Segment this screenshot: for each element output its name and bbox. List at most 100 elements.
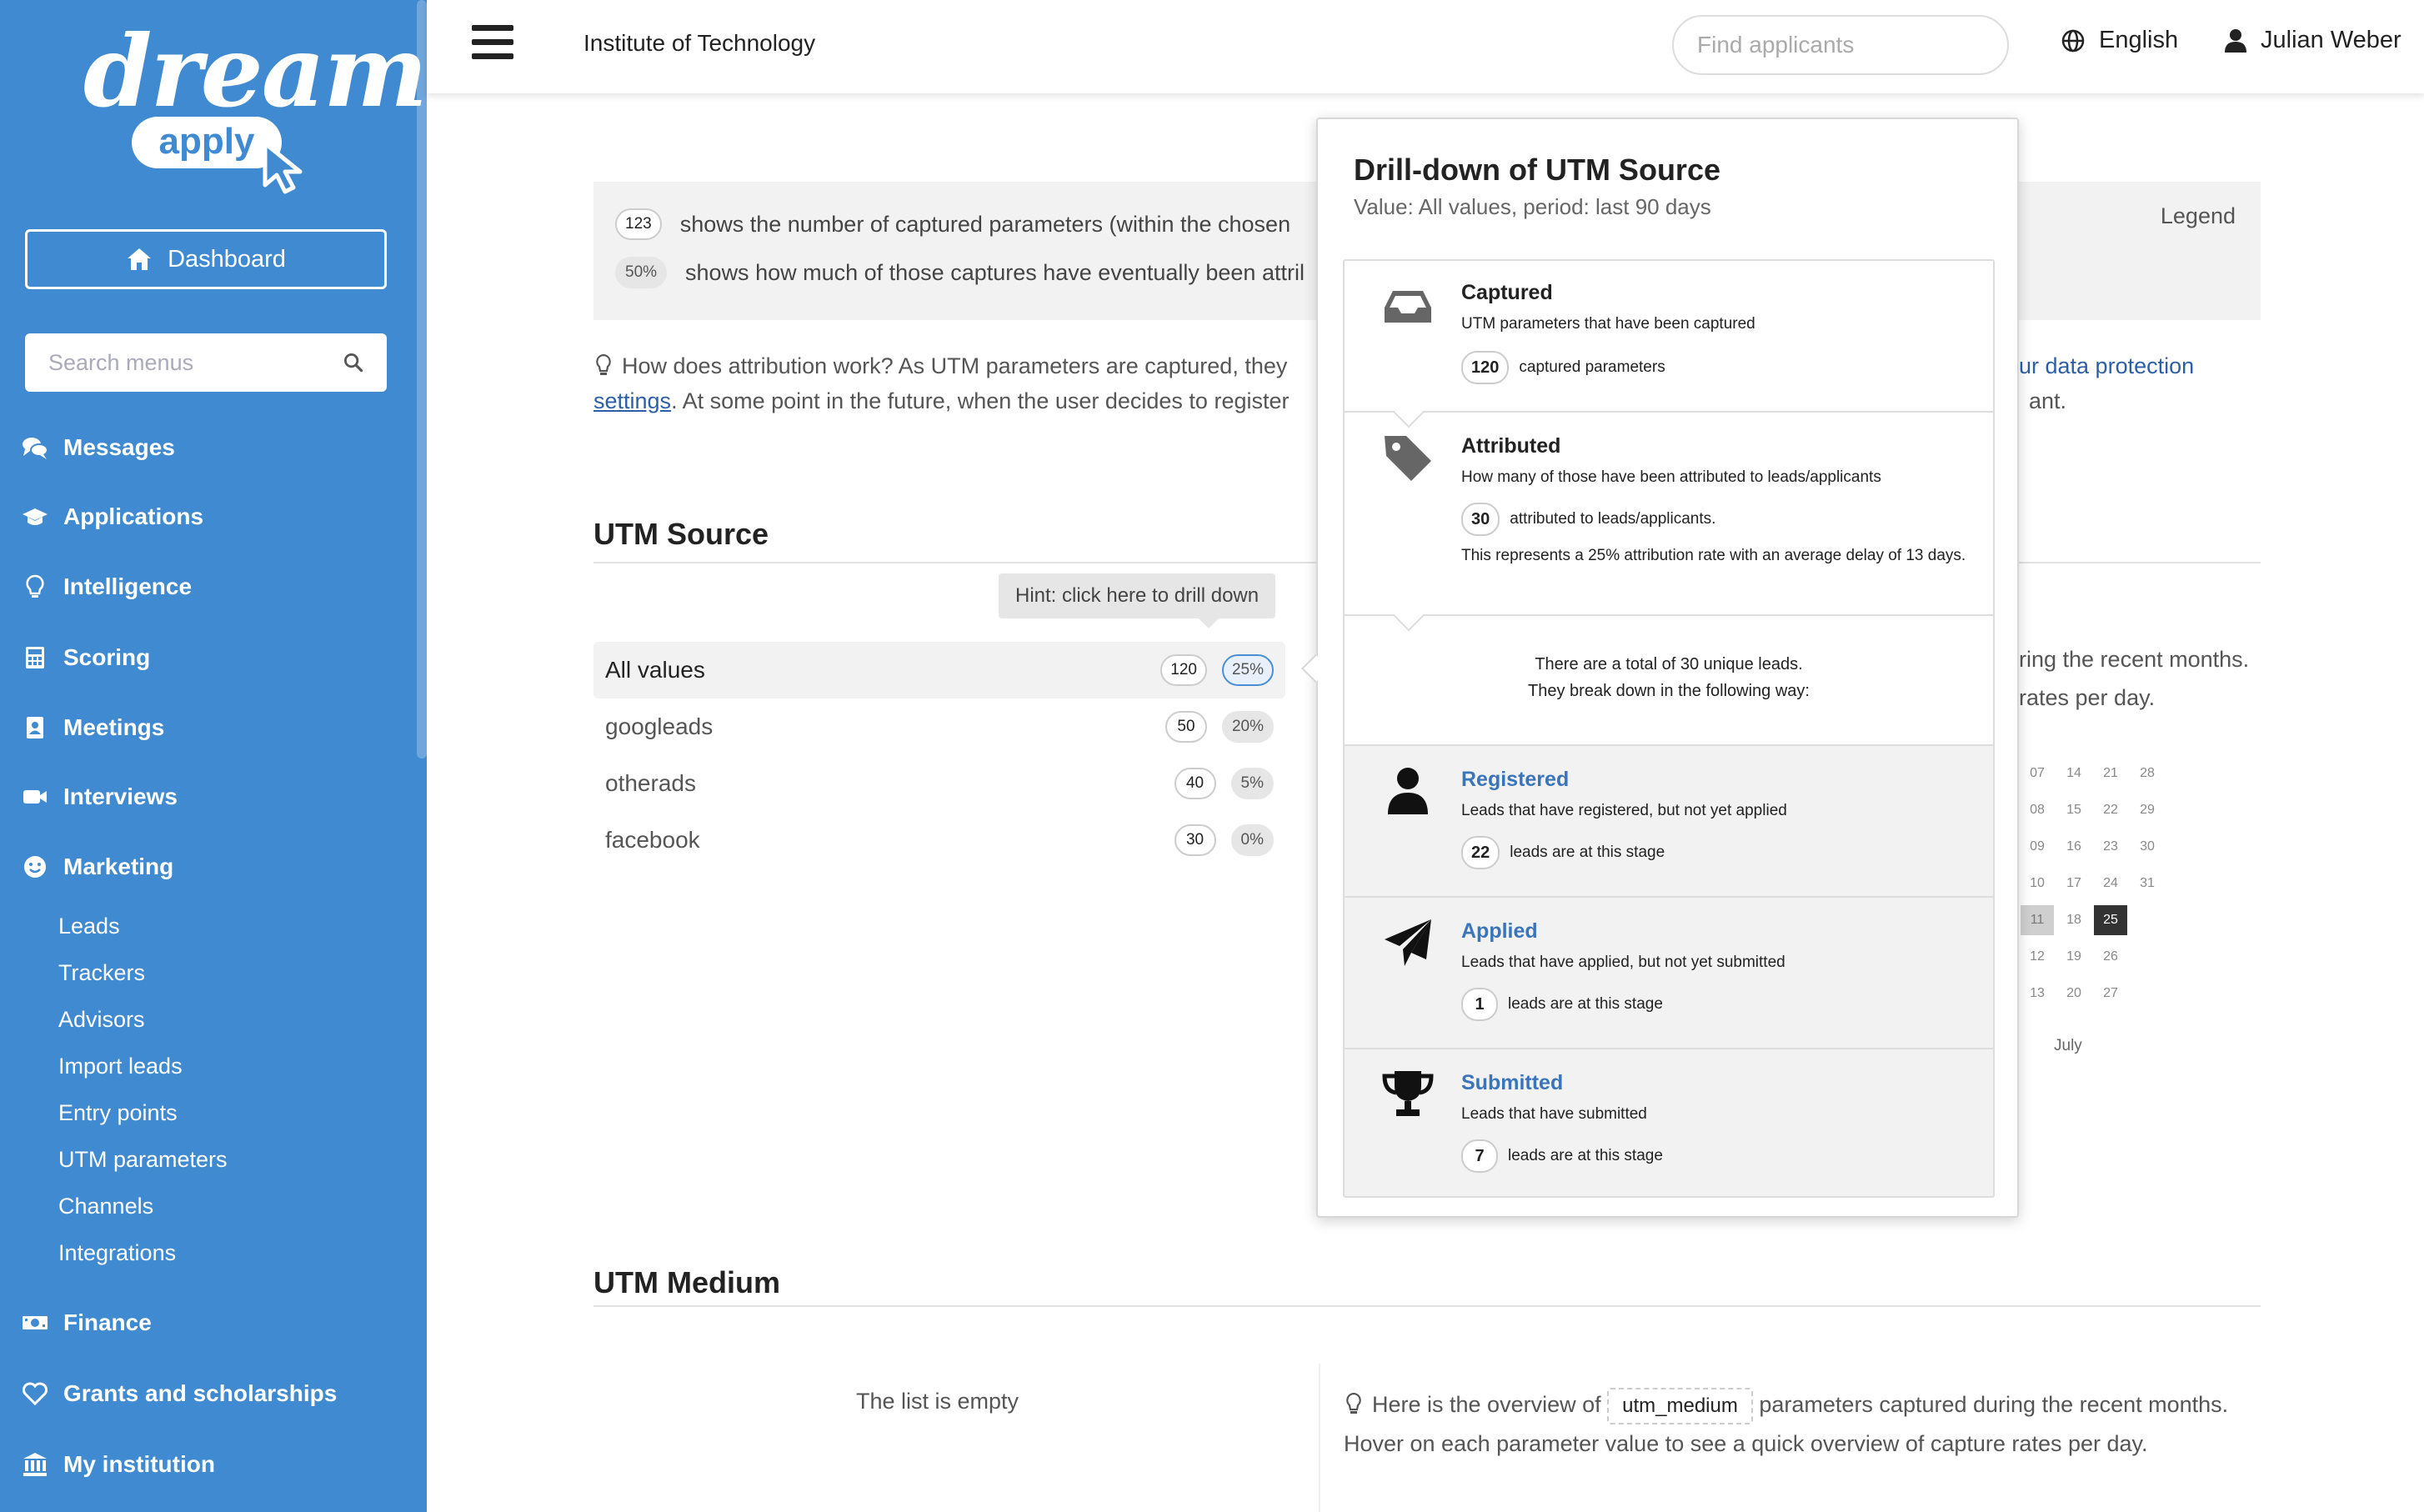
- calendar-day-cell[interactable]: 15: [2057, 795, 2091, 825]
- dashboard-label: Dashboard: [168, 245, 286, 273]
- calendar-day-cell[interactable]: 16: [2057, 832, 2091, 862]
- utm-source-row-facebook[interactable]: facebook 30 0%: [593, 812, 1285, 869]
- calendar-day-cell[interactable]: 13: [2021, 979, 2054, 1009]
- language-selector[interactable]: English: [2061, 27, 2178, 54]
- sidebar-subitem-import-leads[interactable]: Import leads: [58, 1049, 183, 1083]
- calendar-day-cell[interactable]: 25: [2094, 905, 2127, 935]
- top-bar: Institute of Technology English Julian W…: [427, 0, 2424, 93]
- row-pct-badge[interactable]: 0%: [1230, 824, 1274, 856]
- row-count-badge: 40: [1174, 768, 1216, 799]
- summary-line-2: They break down in the following way:: [1528, 682, 1810, 700]
- utm-source-row-all-values[interactable]: All values 120 25%: [593, 642, 1285, 698]
- applied-heading[interactable]: Applied: [1461, 919, 1538, 944]
- legend-pct-text: shows how much of those captures have ev…: [685, 259, 1305, 285]
- calendar-day-cell[interactable]: 22: [2094, 795, 2127, 825]
- row-pct-badge[interactable]: 25%: [1221, 654, 1274, 686]
- sidebar-item-grants-and-scholarships[interactable]: Grants and scholarships: [22, 1375, 337, 1412]
- overview-line-2: Hover on each parameter value to see a q…: [1344, 1431, 2148, 1456]
- attribution-text-part3: ant.: [2029, 388, 2067, 413]
- dashboard-button[interactable]: Dashboard: [25, 229, 387, 289]
- trophy-icon: [1382, 1071, 1434, 1116]
- row-label: googleads: [605, 713, 714, 739]
- dreamapply-logo[interactable]: dream apply: [83, 13, 427, 194]
- sidebar-subitem-channels[interactable]: Channels: [58, 1189, 153, 1223]
- attributed-count-badge: 30: [1461, 503, 1500, 536]
- row-pct-badge[interactable]: 20%: [1221, 711, 1274, 743]
- tag-icon: [1385, 436, 1431, 481]
- param-code: utm_medium: [1607, 1388, 1753, 1424]
- sidebar-item-meetings[interactable]: Meetings: [22, 709, 164, 746]
- menu-search-input[interactable]: [48, 349, 343, 376]
- calendar-day-cell[interactable]: 27: [2094, 979, 2127, 1009]
- utm-source-row-otherads[interactable]: otherads 40 5%: [593, 755, 1285, 812]
- hamburger-menu-icon[interactable]: [472, 25, 513, 63]
- sidebar-item-messages[interactable]: Messages: [22, 429, 175, 466]
- user-icon: [2225, 28, 2246, 53]
- calendar-day-cell[interactable]: 24: [2094, 869, 2127, 899]
- data-protection-link[interactable]: ur data protection: [2019, 353, 2194, 378]
- sidebar-item-label: Marketing: [63, 854, 174, 879]
- sidebar-item-my-institution[interactable]: My institution: [22, 1446, 215, 1483]
- calendar-day-cell[interactable]: 11: [2021, 905, 2054, 935]
- sidebar-subitem-utm-parameters[interactable]: UTM parameters: [58, 1143, 228, 1176]
- registered-heading[interactable]: Registered: [1461, 768, 1569, 792]
- find-applicants-search[interactable]: [1672, 15, 2009, 75]
- calendar-day-cell[interactable]: 12: [2021, 942, 2054, 972]
- calendar-day-cell[interactable]: 31: [2131, 869, 2164, 899]
- attribution-text-part1: How does attribution work? As UTM parame…: [622, 353, 1288, 378]
- menu-search[interactable]: [25, 333, 387, 392]
- row-pct-badge[interactable]: 5%: [1230, 768, 1274, 799]
- sidebar-subitem-entry-points[interactable]: Entry points: [58, 1096, 178, 1129]
- sidebar-item-marketing[interactable]: Marketing: [22, 849, 173, 885]
- calendar-day-cell[interactable]: 10: [2021, 869, 2054, 899]
- video-camera-icon: [23, 790, 47, 804]
- sidebar-item-finance[interactable]: Finance: [22, 1304, 152, 1341]
- calendar-day-cell[interactable]: 09: [2021, 832, 2054, 862]
- calendar-month-label: July: [2054, 1037, 2082, 1054]
- applied-count: 1 leads are at this stage: [1461, 988, 1663, 1021]
- calendar-day-cell[interactable]: 18: [2057, 905, 2091, 935]
- institution-name: Institute of Technology: [583, 30, 816, 56]
- sidebar-subitem-advisors[interactable]: Advisors: [58, 1003, 145, 1036]
- submitted-heading[interactable]: Submitted: [1461, 1071, 1563, 1095]
- calendar-day-cell[interactable]: 29: [2131, 795, 2164, 825]
- sidebar-item-scoring[interactable]: Scoring: [22, 639, 150, 676]
- find-applicants-input[interactable]: [1697, 32, 1998, 58]
- heart-icon: [23, 1382, 48, 1406]
- sidebar-item-intelligence[interactable]: Intelligence: [22, 568, 192, 605]
- language-label: English: [2099, 27, 2179, 53]
- search-icon[interactable]: [343, 350, 363, 375]
- sidebar-subitem-leads[interactable]: Leads: [58, 909, 120, 943]
- sidebar-subitem-integrations[interactable]: Integrations: [58, 1236, 176, 1269]
- calendar-day-cell[interactable]: 20: [2057, 979, 2091, 1009]
- utm-source-row-googleads[interactable]: googleads 50 20%: [593, 698, 1285, 755]
- user-menu[interactable]: Julian Weber: [2224, 27, 2401, 54]
- sidebar-item-interviews[interactable]: Interviews: [22, 779, 178, 815]
- calendar-day-cell[interactable]: 08: [2021, 795, 2054, 825]
- sidebar-item-label: Messages: [63, 434, 175, 460]
- calendar-day-cell[interactable]: 07: [2021, 759, 2054, 789]
- sidebar-subitem-trackers[interactable]: Trackers: [58, 956, 145, 989]
- calendar-day-cell[interactable]: 28: [2131, 759, 2164, 789]
- calendar-day-cell[interactable]: 23: [2094, 832, 2127, 862]
- calendar-day-cell[interactable]: 14: [2057, 759, 2091, 789]
- calendar-day-cell[interactable]: 19: [2057, 942, 2091, 972]
- sidebar: dream apply Dashboard Messages Applicati…: [0, 0, 427, 1512]
- lightbulb-icon: [26, 574, 44, 598]
- data-protection-settings-link[interactable]: settings: [593, 388, 671, 413]
- submitted-description: Leads that have submitted: [1461, 1105, 1647, 1123]
- calendar-day-cell[interactable]: 26: [2094, 942, 2127, 972]
- calendar-day-cell[interactable]: 21: [2094, 759, 2127, 789]
- legend-label: Legend: [2160, 203, 2236, 228]
- legend-pct-row: 50% shows how much of those captures hav…: [615, 257, 1305, 288]
- popover-title: Drill-down of UTM Source: [1354, 153, 1720, 187]
- utm-source-overview-text: ring the recent months. rates per day.: [2019, 640, 2249, 717]
- section-divider: [593, 1305, 2261, 1307]
- sidebar-item-label: Finance: [63, 1309, 152, 1335]
- calendar-day-cell[interactable]: 30: [2131, 832, 2164, 862]
- calendar-day-cell[interactable]: 17: [2057, 869, 2091, 899]
- column-divider: [1319, 1364, 1320, 1512]
- captured-heading: Captured: [1461, 281, 1553, 304]
- sidebar-item-applications[interactable]: Applications: [22, 498, 203, 535]
- sidebar-item-label: Meetings: [63, 714, 165, 740]
